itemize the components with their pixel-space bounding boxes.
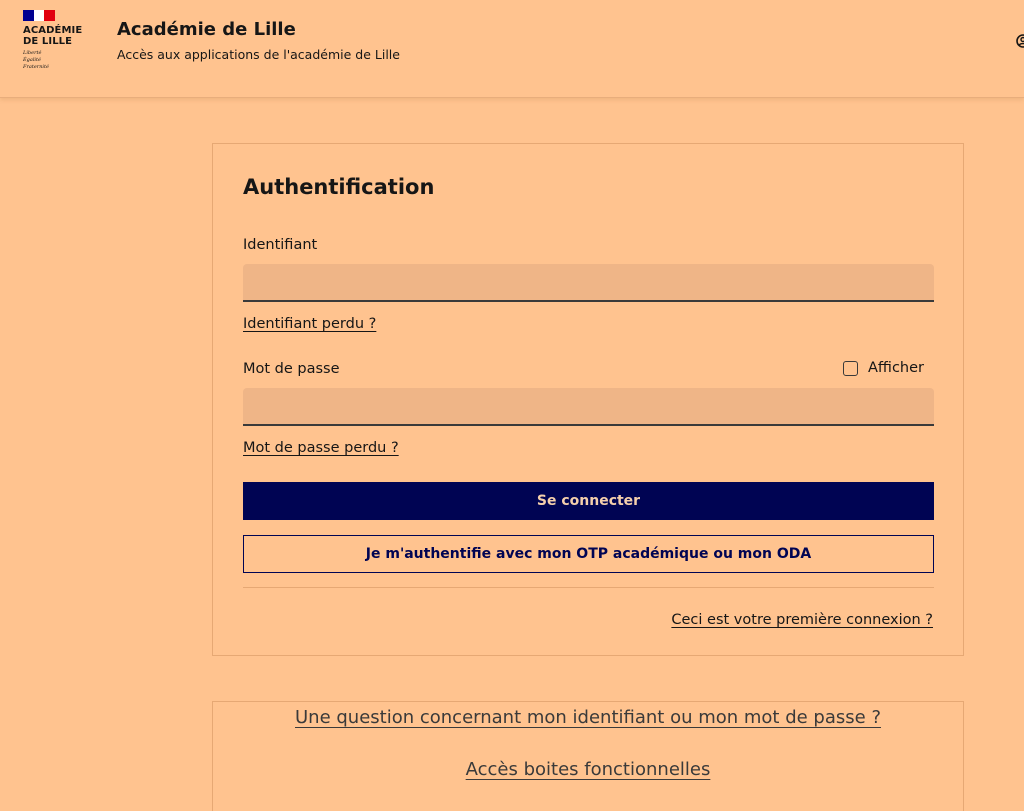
login-button[interactable]: Se connecter: [243, 482, 934, 520]
functional-boxes-link-wrapper: Accès boites fonctionnelles: [213, 759, 963, 780]
username-input[interactable]: [243, 264, 934, 302]
help-card: Une question concernant mon identifiant …: [212, 701, 964, 811]
functional-boxes-link[interactable]: Accès boites fonctionnelles: [466, 759, 711, 780]
otp-login-button[interactable]: Je m'authentifie avec mon OTP académique…: [243, 535, 934, 573]
logo-name: ACADÉMIE DE LILLE: [23, 25, 83, 47]
account-icon[interactable]: [1016, 34, 1024, 48]
show-password-label: Afficher: [868, 360, 924, 376]
password-label: Mot de passe: [243, 361, 340, 377]
help-question-link[interactable]: Une question concernant mon identifiant …: [295, 707, 881, 728]
username-label: Identifiant: [243, 237, 318, 253]
page-title: Authentification: [243, 175, 435, 199]
password-input[interactable]: [243, 388, 934, 426]
site-title[interactable]: Académie de Lille: [117, 19, 296, 40]
academie-logo[interactable]: ACADÉMIE DE LILLE Liberté Égalité Frater…: [23, 10, 93, 71]
username-lost-link[interactable]: Identifiant perdu ?: [243, 316, 376, 332]
authentication-card: Authentification Identifiant Identifiant…: [212, 143, 964, 656]
show-password-toggle[interactable]: Afficher: [843, 360, 924, 376]
site-header: ACADÉMIE DE LILLE Liberté Égalité Frater…: [0, 0, 1024, 98]
show-password-checkbox[interactable]: [843, 360, 858, 376]
password-lost-link[interactable]: Mot de passe perdu ?: [243, 440, 399, 456]
site-tagline: Accès aux applications de l'académie de …: [117, 47, 400, 62]
help-question-link-wrapper: Une question concernant mon identifiant …: [213, 707, 963, 728]
divider: [243, 587, 934, 588]
first-login-link[interactable]: Ceci est votre première connexion ?: [671, 612, 933, 628]
logo-motto: Liberté Égalité Fraternité: [23, 50, 49, 70]
republic-flag-icon: [23, 10, 56, 21]
